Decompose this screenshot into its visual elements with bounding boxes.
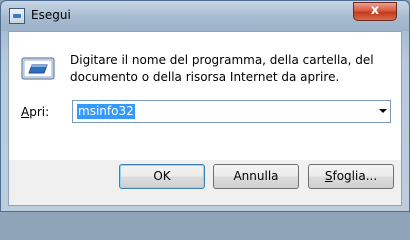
- open-label-accelerator: A: [21, 105, 30, 119]
- close-button[interactable]: x: [353, 2, 397, 21]
- dialog-prompt: Digitare il nome del programma, della ca…: [70, 53, 374, 84]
- open-combobox[interactable]: msinfo32: [72, 100, 391, 123]
- run-app-icon: [9, 8, 25, 24]
- open-label-text: pri:: [29, 105, 50, 119]
- chevron-down-icon[interactable]: [379, 109, 387, 113]
- open-label: Apri:: [21, 105, 49, 119]
- cancel-button[interactable]: Annulla: [213, 164, 299, 189]
- title-bar[interactable]: Esegui x: [1, 1, 409, 31]
- open-input-value[interactable]: msinfo32: [77, 104, 135, 119]
- dialog-client-area: Digitare il nome del programma, della ca…: [8, 31, 402, 206]
- ok-button[interactable]: OK: [119, 164, 205, 189]
- window-title: Esegui: [31, 8, 71, 22]
- run-dialog-window: Esegui x Digitare il nome del programma,…: [0, 0, 410, 212]
- dialog-content: Digitare il nome del programma, della ca…: [9, 32, 401, 160]
- run-dialog-icon: [21, 57, 55, 80]
- browse-button[interactable]: Sfoglia...: [308, 164, 394, 189]
- browse-button-label: foglia...: [332, 169, 378, 183]
